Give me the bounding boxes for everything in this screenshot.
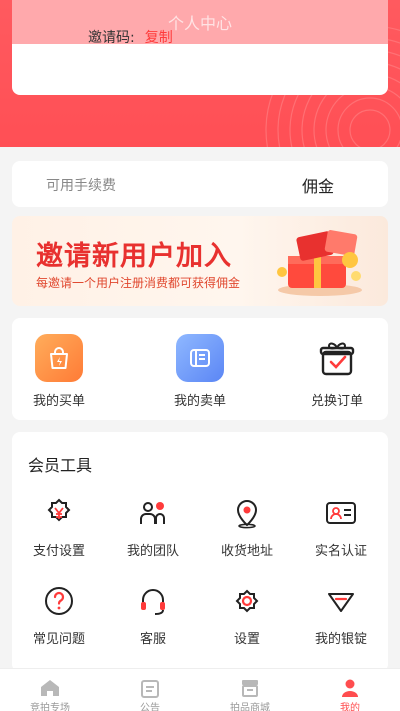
page-title: 个人中心: [167, 14, 232, 33]
payment-settings-button[interactable]: 支付设置: [12, 496, 106, 559]
faq-button[interactable]: 常见问题: [12, 584, 106, 647]
notice-icon: [100, 677, 200, 699]
customer-service-button[interactable]: 客服: [106, 584, 200, 647]
real-name-auth-label: 实名认证: [314, 544, 367, 559]
headset-icon: [136, 584, 170, 618]
location-pin-icon: [230, 496, 264, 530]
ledger-icon: [176, 334, 224, 382]
my-buy-orders-button[interactable]: 我的买单: [4, 334, 114, 409]
yuan-gear-icon: [42, 496, 76, 530]
home-icon: [0, 677, 100, 699]
member-tools-card: 会员工具 支付设置 我的团队 收货地址 实名认证 常见问题 客服 设置 我的银锭: [12, 432, 388, 672]
available-fee-label: 可用手续费: [46, 178, 116, 194]
my-silver-ingot-label: 我的银锭: [314, 632, 367, 647]
shipping-address-button[interactable]: 收货地址: [200, 496, 294, 559]
tab-mine[interactable]: 我的: [300, 677, 400, 711]
bottom-tab-bar: 竞拍专场 公告 拍品商城 我的: [0, 668, 400, 711]
tab-mine-label: 我的: [340, 703, 360, 711]
banner-subtitle: 每邀请一个用户注册消费都可获得佣金: [36, 276, 241, 290]
real-name-auth-button[interactable]: 实名认证: [294, 496, 388, 559]
payment-settings-label: 支付设置: [32, 544, 85, 559]
question-icon: [42, 584, 76, 618]
member-tools-title: 会员工具: [28, 456, 93, 475]
tab-auction[interactable]: 竞拍专场: [0, 677, 100, 711]
my-team-button[interactable]: 我的团队: [106, 496, 200, 559]
shopping-bag-icon: [35, 334, 83, 382]
id-card-icon: [324, 496, 358, 530]
tab-shop-label: 拍品商城: [230, 703, 270, 711]
my-team-label: 我的团队: [126, 544, 179, 559]
red-envelope-gift-icon: [277, 230, 362, 296]
tab-shop[interactable]: 拍品商城: [200, 677, 300, 711]
shipping-address-label: 收货地址: [220, 544, 273, 559]
faq-label: 常见问题: [32, 632, 85, 647]
my-silver-ingot-button[interactable]: 我的银锭: [294, 584, 388, 647]
fee-card: 可用手续费 佣金: [12, 161, 388, 207]
settings-label: 设置: [233, 632, 260, 647]
commission-value[interactable]: 佣金: [302, 173, 334, 197]
exchange-orders-label: 兑换订单: [310, 394, 363, 409]
invite-banner[interactable]: 邀请新用户加入 每邀请一个用户注册消费都可获得佣金: [12, 216, 388, 306]
team-icon: [136, 496, 170, 530]
my-sell-orders-label: 我的卖单: [173, 394, 226, 409]
silver-ingot-icon: [324, 584, 358, 618]
tab-auction-label: 竞拍专场: [30, 703, 70, 711]
orders-card: 我的买单 我的卖单 兑换订单: [12, 318, 388, 420]
banner-headline: 邀请新用户加入: [36, 241, 232, 272]
customer-service-label: 客服: [139, 632, 166, 647]
settings-button[interactable]: 设置: [200, 584, 294, 647]
my-sell-orders-button[interactable]: 我的卖单: [145, 334, 255, 409]
tab-notice-label: 公告: [140, 703, 160, 711]
my-buy-orders-label: 我的买单: [32, 394, 85, 409]
user-icon: [300, 677, 400, 699]
settings-icon: [230, 584, 264, 618]
tab-notice[interactable]: 公告: [100, 677, 200, 711]
exchange-orders-button[interactable]: 兑换订单: [282, 334, 392, 409]
gift-box-icon: [313, 334, 361, 382]
shop-icon: [200, 677, 300, 699]
